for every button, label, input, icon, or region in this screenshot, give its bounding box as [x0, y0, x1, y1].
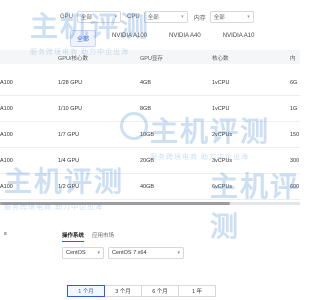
cell-model: A100 — [0, 106, 13, 112]
os-name-select[interactable]: CentOS ▾ — [62, 247, 104, 259]
duration-option-1-year[interactable]: 1 年 — [178, 285, 216, 297]
filter-cpu: CPU 全部 ▾ — [127, 11, 188, 23]
filter-memory-label: 内存 — [193, 15, 206, 22]
cell-memory: 600 — [290, 184, 300, 190]
cell-gpu-cores: 1/10 GPU — [58, 106, 83, 112]
cell-gpu-memory: 20GB — [140, 158, 155, 164]
duration-option-6-months[interactable]: 6 个月 — [141, 285, 179, 297]
filter-cpu-label: CPU — [127, 14, 140, 20]
horizontal-scrollbar-thumb[interactable] — [0, 202, 230, 205]
cell-memory: 1G — [290, 106, 298, 112]
cell-cores: 2vCPUs — [212, 132, 233, 138]
cell-memory: 6G — [290, 80, 298, 86]
filter-memory-select[interactable]: 全部 ▾ — [209, 11, 254, 23]
filter-gpu: GPU 全部 ▾ — [60, 11, 122, 23]
chevron-down-icon: ▾ — [177, 250, 180, 256]
gpu-instance-page: GPU 全部 ▾ CPU 全部 ▾ 内存 全部 ▾ 全部 NVIDIA A100… — [0, 0, 300, 300]
cell-gpu-memory: 8GB — [140, 106, 152, 112]
tab-gpu-a10[interactable]: NVIDIA A10 — [217, 30, 261, 47]
table-header: GPU/核心数 GPU显存 核心数 内 — [0, 50, 300, 64]
image-source-tabs: 操作系统 应用市场 — [62, 231, 114, 242]
filter-gpu-select[interactable]: 全部 ▾ — [77, 11, 122, 23]
table-row[interactable]: A100 1/2 GPU 40GB 6vCPUs 600 — [0, 174, 300, 200]
tab-operating-system[interactable]: 操作系统 — [62, 231, 85, 242]
tab-gpu-a100[interactable]: NVIDIA A100 — [106, 30, 153, 47]
filter-cpu-select[interactable]: 全部 ▾ — [143, 11, 188, 23]
cell-cores: 3vCPUs — [212, 158, 233, 164]
tab-app-market[interactable]: 应用市场 — [92, 231, 114, 242]
cell-gpu-cores: 1/4 GPU — [58, 158, 80, 164]
purchase-duration-options: 1 个月 3 个月 6 个月 1 年 — [67, 285, 216, 297]
cell-memory: 150 — [290, 132, 300, 138]
filter-cpu-value: 全部 — [147, 15, 159, 21]
chevron-down-icon: ▾ — [181, 14, 184, 20]
cell-model: A100 — [0, 184, 13, 190]
filter-memory: 内存 全部 ▾ — [194, 11, 254, 23]
filter-memory-value: 全部 — [213, 15, 225, 21]
filter-gpu-value: 全部 — [81, 15, 93, 21]
gpu-type-tabs: 全部 NVIDIA A100 NVIDIA A40 NVIDIA A10 — [70, 30, 260, 47]
cell-cores: 1vCPU — [212, 80, 230, 86]
cell-memory: 300 — [290, 158, 300, 164]
os-name-value: CentOS — [66, 250, 86, 256]
os-selector: CentOS ▾ CentOS 7 x64 ▾ — [62, 247, 184, 259]
cell-gpu-memory: 4GB — [140, 80, 152, 86]
duration-option-1-month[interactable]: 1 个月 — [67, 285, 105, 297]
table-row[interactable]: A100 1/4 GPU 20GB 3vCPUs 300 — [0, 148, 300, 174]
column-header-gpu-memory: GPU显存 — [140, 56, 163, 62]
table-row[interactable]: A100 1/28 GPU 4GB 1vCPU 6G — [0, 70, 300, 96]
column-header-memory: 内 — [290, 56, 296, 62]
section-label: s — [4, 231, 7, 237]
filter-gpu-label: GPU — [60, 14, 74, 20]
chevron-down-icon: ▾ — [247, 14, 250, 20]
column-header-gpu-cores: GPU/核心数 — [58, 56, 88, 62]
cell-gpu-memory: 10GB — [140, 132, 155, 138]
cell-gpu-memory: 40GB — [140, 184, 155, 190]
chevron-down-icon: ▾ — [97, 250, 100, 256]
os-version-select[interactable]: CentOS 7 x64 ▾ — [108, 247, 184, 259]
table-row[interactable]: A100 1/10 GPU 8GB 1vCPU 1G — [0, 96, 300, 122]
os-version-value: CentOS 7 x64 — [112, 250, 147, 256]
cell-gpu-cores: 1/7 GPU — [58, 132, 80, 138]
cell-cores: 6vCPUs — [212, 184, 233, 190]
cell-model: A100 — [0, 158, 13, 164]
filter-bar: GPU 全部 ▾ CPU 全部 ▾ 内存 全部 ▾ — [60, 11, 254, 23]
cell-model: A100 — [0, 132, 13, 138]
duration-option-3-months[interactable]: 3 个月 — [104, 285, 142, 297]
column-header-cores: 核心数 — [212, 56, 229, 62]
cell-cores: 1vCPU — [212, 106, 230, 112]
cell-gpu-cores: 1/2 GPU — [58, 184, 80, 190]
cell-gpu-cores: 1/28 GPU — [58, 80, 83, 86]
table-row[interactable]: A100 1/7 GPU 10GB 2vCPUs 150 — [0, 122, 300, 148]
chevron-down-icon: ▾ — [114, 14, 118, 20]
tab-gpu-all[interactable]: 全部 — [70, 30, 97, 47]
cell-model: A100 — [0, 80, 13, 86]
tab-gpu-a40[interactable]: NVIDIA A40 — [163, 30, 207, 47]
